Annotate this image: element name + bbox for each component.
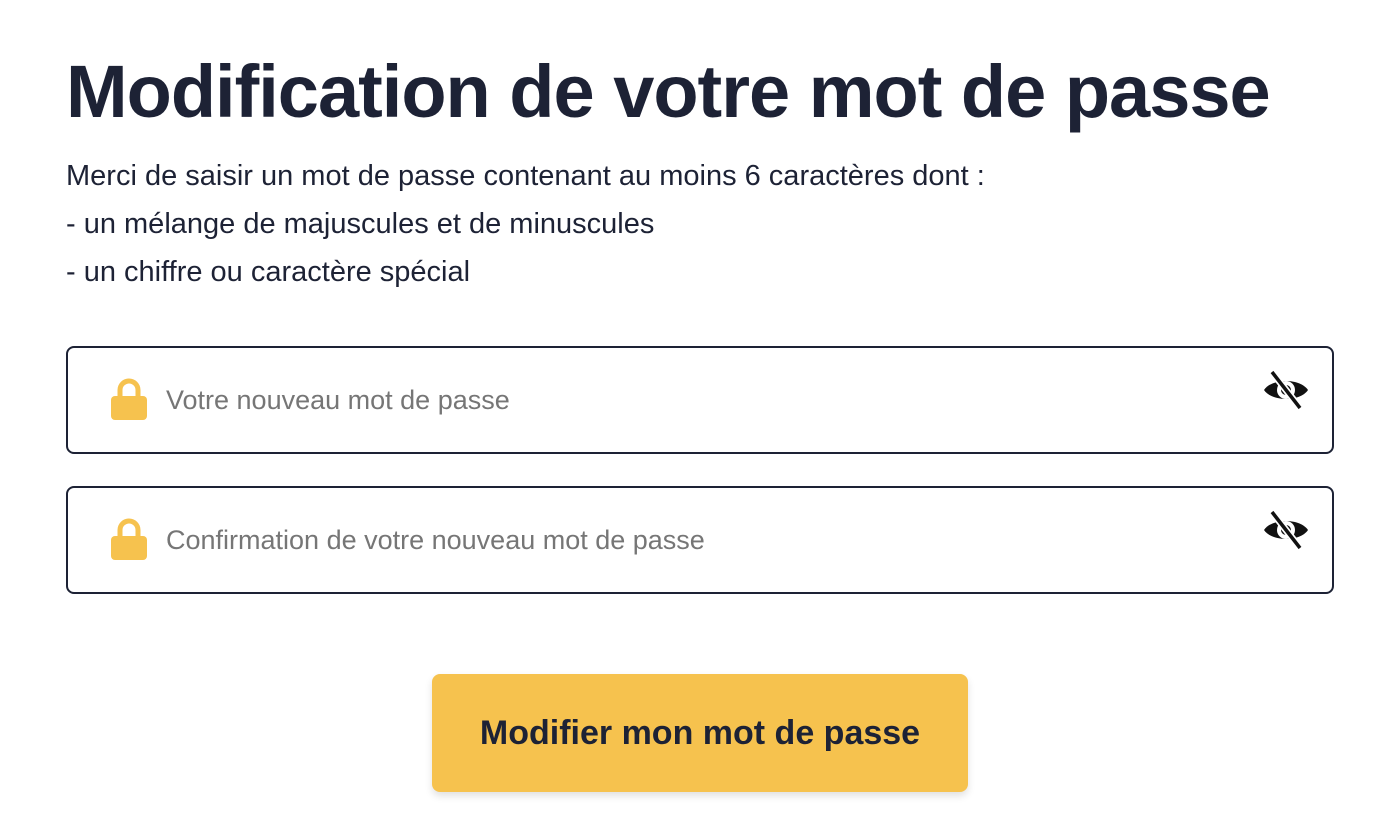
- submit-button[interactable]: Modifier mon mot de passe: [432, 674, 968, 792]
- instruction-line: Merci de saisir un mot de passe contenan…: [66, 160, 985, 192]
- new-password-field[interactable]: [66, 346, 1334, 454]
- new-password-input[interactable]: [166, 376, 1226, 424]
- confirm-password-field[interactable]: [66, 486, 1334, 594]
- confirm-password-input[interactable]: [166, 516, 1226, 564]
- lock-icon: [111, 378, 147, 420]
- page-title: Modification de votre mot de passe: [66, 50, 1271, 133]
- instruction-line: - un mélange de majuscules et de minuscu…: [66, 208, 655, 240]
- eye-slash-icon[interactable]: [1262, 508, 1310, 552]
- eye-slash-icon[interactable]: [1262, 368, 1310, 412]
- password-instructions: Merci de saisir un mot de passe contenan…: [66, 152, 985, 296]
- lock-icon: [111, 518, 147, 560]
- instruction-line: - un chiffre ou caractère spécial: [66, 256, 471, 288]
